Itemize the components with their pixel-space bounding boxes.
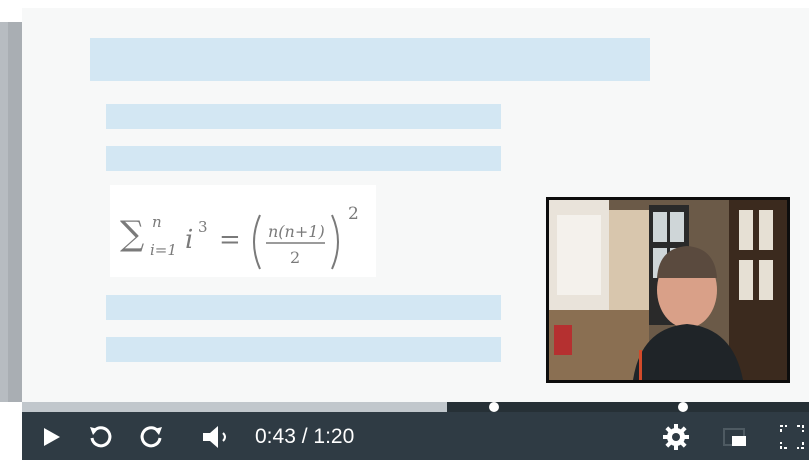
fullscreen-button[interactable] <box>777 424 807 450</box>
slide-canvas: ∑ n i=1 i 3 = n(n+1) 2 2 <box>22 8 809 402</box>
settings-button[interactable] <box>660 424 692 450</box>
term: i <box>185 225 193 255</box>
equals-sign: = <box>219 225 241 255</box>
term-power: 3 <box>198 218 208 236</box>
volume-icon <box>203 426 226 448</box>
time-separator: / <box>295 425 314 448</box>
rewind-icon <box>90 426 112 448</box>
picture-in-picture-button[interactable] <box>721 424 749 450</box>
progress-fill <box>22 402 447 412</box>
slide-text-placeholder-3 <box>106 295 501 320</box>
slide-text-placeholder-2 <box>106 146 501 171</box>
denominator: 2 <box>290 248 300 267</box>
sum-lower: i=1 <box>150 241 177 259</box>
picture-in-picture-icon <box>723 428 746 446</box>
outer-power: 2 <box>348 204 359 224</box>
fullscreen-icon <box>780 425 804 449</box>
slide-text-placeholder-4 <box>106 337 501 362</box>
webcam-overlay <box>546 197 790 383</box>
sum-upper: n <box>152 213 162 231</box>
side-shadow-inner <box>8 22 22 402</box>
forward-button[interactable] <box>138 424 166 450</box>
math-equation: ∑ n i=1 i 3 = n(n+1) 2 2 <box>110 185 376 277</box>
video-controls: 0:43 / 1:20 <box>22 402 809 460</box>
slide-title-placeholder <box>90 38 650 81</box>
rewind-button[interactable] <box>86 424 114 450</box>
volume-button[interactable] <box>200 424 234 450</box>
play-icon <box>44 428 60 446</box>
side-shadow <box>0 22 8 402</box>
gear-icon <box>663 424 689 450</box>
forward-icon <box>140 426 162 448</box>
sum-symbol: ∑ <box>120 214 144 254</box>
numerator: n(n+1) <box>268 222 325 241</box>
current-time: 0:43 <box>255 425 296 448</box>
duration: 1:20 <box>313 425 355 448</box>
time-display: 0:43 / 1:20 <box>255 425 354 449</box>
play-button[interactable] <box>38 424 64 450</box>
progress-bar[interactable] <box>22 402 809 412</box>
slide-text-placeholder-1 <box>106 104 501 129</box>
